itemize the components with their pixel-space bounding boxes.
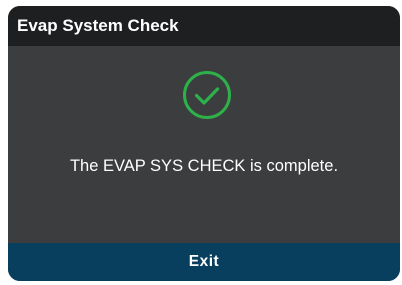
dialog-title: Evap System Check <box>17 16 179 35</box>
status-message: The EVAP SYS CHECK is complete. <box>69 157 339 175</box>
evap-check-dialog: Evap System Check The EVAP SYS CHECK is … <box>8 6 400 281</box>
check-circle-icon <box>183 71 231 119</box>
dialog-body: The EVAP SYS CHECK is complete. <box>8 46 400 243</box>
dialog-title-bar: Evap System Check <box>8 6 400 46</box>
exit-button[interactable]: Exit <box>8 243 400 281</box>
